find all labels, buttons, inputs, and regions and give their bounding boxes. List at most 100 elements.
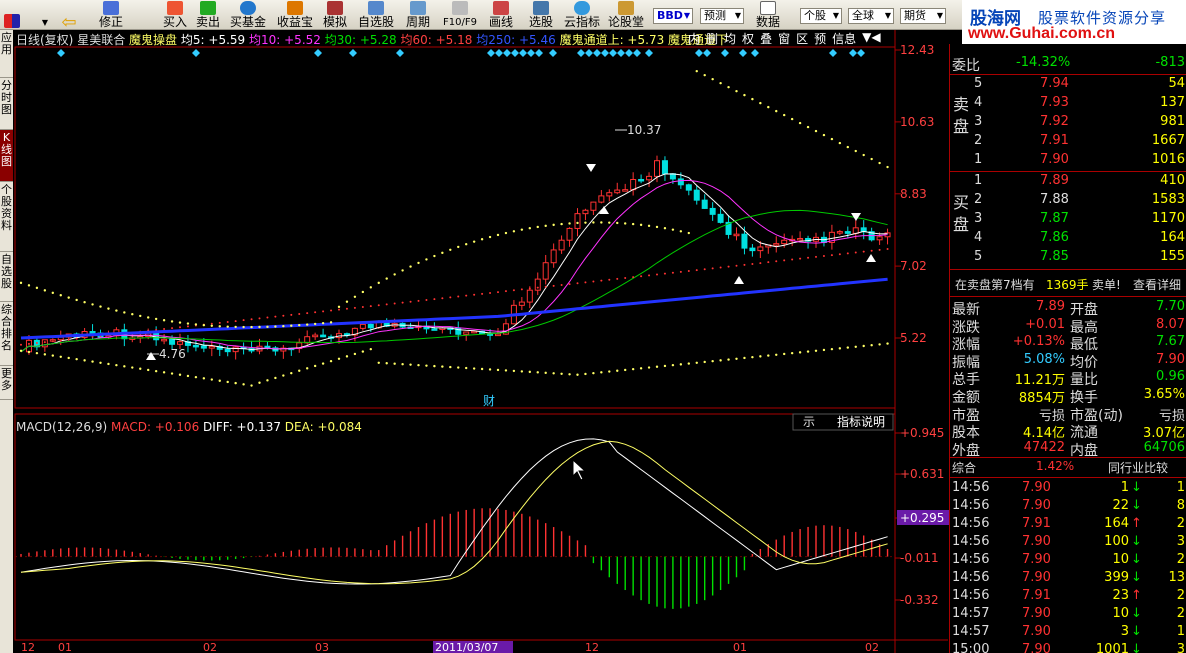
sub-btn-chuang[interactable]: 窗 (775, 30, 793, 46)
menu-arrow-icon[interactable]: ▼◀ (859, 30, 883, 46)
toolbar-btn-画线[interactable]: 画线 (486, 0, 516, 30)
candle-body (876, 236, 883, 241)
sub-btn-quan[interactable]: 权 (739, 30, 757, 46)
chart-canvas[interactable]: 12.43 10.63 8.83 7.02 5.22 +0.945 +0.631 +0.295… (13, 30, 949, 653)
bbd-combo[interactable]: BBD (653, 8, 693, 24)
channel-up-dot (822, 133, 826, 137)
app-menu-icon[interactable] (2, 0, 22, 30)
tab-more[interactable]: 更多 (0, 366, 13, 400)
channel-dn-dot (775, 353, 778, 356)
sub-btn-nei[interactable]: 内 (685, 30, 703, 46)
back-arrow-icon[interactable]: ⇦ (56, 0, 82, 32)
channel-up-dot (337, 305, 341, 309)
channel-up-dot (854, 149, 857, 153)
channel-dn-dot (19, 349, 23, 352)
tab-app[interactable]: 应用 (0, 30, 13, 78)
stock-combo[interactable]: 个股 (800, 8, 842, 24)
signal-diamond-icon (739, 49, 747, 57)
channel-dn-dot (266, 379, 269, 382)
ma60-dot (886, 248, 889, 251)
toolbar-btn-卖出[interactable]: 卖出 (193, 0, 223, 30)
channel-dn-dot (830, 347, 834, 351)
toolbar-btn-收益宝[interactable]: 收益宝 (273, 0, 317, 30)
sell-level-row[interactable]: 3 7.92 981 (950, 113, 1186, 132)
tab-intraday[interactable]: 分时图 (0, 78, 13, 130)
toolbar-btn-自选股[interactable]: 自选股 (356, 0, 396, 30)
stat-row: 涨跌 +0.01 最高 8.07 (950, 316, 1186, 336)
kline-chart[interactable]: 12.43 10.63 8.83 7.02 5.22 +0.945 +0.631 +0.295… (13, 30, 949, 653)
global-combo[interactable]: 全球 (848, 8, 894, 24)
channel-dn-dot (329, 359, 333, 363)
channel-up-dot (719, 81, 722, 85)
indicator-name[interactable]: 魔鬼操盘 (129, 33, 177, 47)
channel-up-dot (544, 224, 547, 228)
ma250-value: 均250: +5.46 (476, 33, 556, 47)
sell-level-row[interactable]: 4 7.93 137 (950, 94, 1186, 113)
toolbar-btn-云指标[interactable]: 云指标 (562, 0, 602, 30)
futures-combo[interactable]: 期货 (900, 8, 946, 24)
tab-ranking[interactable]: 综合排名 (0, 302, 13, 366)
toolbar-btn-论股堂[interactable]: 论股堂 (606, 0, 646, 30)
channel-up-dot (306, 323, 309, 326)
signal-diamond-icon (857, 49, 865, 57)
ma60-dot (767, 261, 770, 264)
buy-level-row[interactable]: 3 7.87 1170 (950, 210, 1186, 229)
channel-up-dot (115, 309, 118, 312)
candle-body (606, 192, 613, 197)
channel-dn-dot (441, 365, 444, 368)
toolbar-btn-选股[interactable]: 选股 (526, 0, 556, 30)
buy-level-row[interactable]: 1 7.89 410 (950, 172, 1186, 191)
channel-up-dot (290, 324, 293, 327)
price-axis-label: 5.22 (900, 331, 927, 345)
sub-btn-shan[interactable]: 删 (703, 30, 721, 46)
price-axis-label: 8.83 (900, 187, 927, 201)
candle-body (781, 239, 788, 245)
period-label[interactable]: 日线(复权) (16, 33, 73, 47)
sub-btn-info[interactable]: 信息 (829, 30, 859, 46)
buy-level-row[interactable]: 4 7.86 164 (950, 229, 1186, 248)
period-icon (410, 1, 426, 15)
tab-kline[interactable]: K线图 (0, 130, 13, 182)
toolbar-btn-买入[interactable]: 买入 (160, 0, 190, 30)
tab-stock-info[interactable]: 个股资料 (0, 182, 13, 252)
sell-level-row[interactable]: 5 7.94 54 (950, 75, 1186, 94)
indicator-show-button: 示 (803, 415, 815, 429)
buy-triangle-icon (866, 254, 876, 262)
buy-level-row[interactable]: 5 7.85 155 (950, 248, 1186, 267)
level-price: 7.91 (1040, 133, 1069, 148)
channel-dn-dot (210, 378, 213, 381)
channel-dn-dot (472, 367, 476, 370)
ma60-dot (727, 265, 730, 268)
sell-level-row[interactable]: 2 7.91 1667 (950, 132, 1186, 151)
view-detail-link[interactable]: 查看详细 (1133, 276, 1181, 293)
ma60-dot (210, 322, 213, 325)
tab-watchlist[interactable]: 自选股 (0, 252, 13, 302)
sub-btn-jun[interactable]: 均 (721, 30, 739, 46)
toolbar-btn-买基金[interactable]: 买基金 (226, 0, 270, 30)
signal-diamond-icon (585, 49, 593, 57)
forecast-combo[interactable]: 预测 (700, 8, 744, 24)
ma60-dot (234, 320, 237, 323)
toolbar-btn-F10[interactable]: F10/F9 (440, 0, 480, 30)
channel-up-dot (488, 235, 492, 239)
channel-dn-dot (584, 372, 587, 376)
ma60-dot (306, 312, 309, 315)
sub-btn-yu[interactable]: 预 (811, 30, 829, 46)
ma10-value: 均10: +5.52 (249, 33, 321, 47)
channel-dn-dot (592, 371, 595, 375)
industry-compare-button[interactable]: 同行业比较 (1108, 459, 1168, 476)
channel-up-dot (671, 228, 675, 231)
toolbar-btn-数据[interactable]: 数据 (752, 0, 784, 30)
sub-btn-qu[interactable]: 区 (793, 30, 811, 46)
ma60-dot (59, 339, 62, 342)
dropdown-icon[interactable]: ▼ (38, 0, 52, 30)
sell-level-row[interactable]: 1 7.90 1016 (950, 151, 1186, 170)
buy-level-row[interactable]: 2 7.88 1583 (950, 191, 1186, 210)
sub-btn-die[interactable]: 叠 (757, 30, 775, 46)
toolbar-btn-周期[interactable]: 周期 (402, 0, 434, 30)
level-num: 3 (974, 211, 983, 226)
channel-dn-dot (385, 362, 388, 365)
toolbar-btn-修正[interactable]: 修正 (95, 0, 127, 30)
toolbar-btn-模拟[interactable]: 模拟 (319, 0, 351, 30)
macd-name[interactable]: MACD(12,26,9) (16, 420, 107, 434)
